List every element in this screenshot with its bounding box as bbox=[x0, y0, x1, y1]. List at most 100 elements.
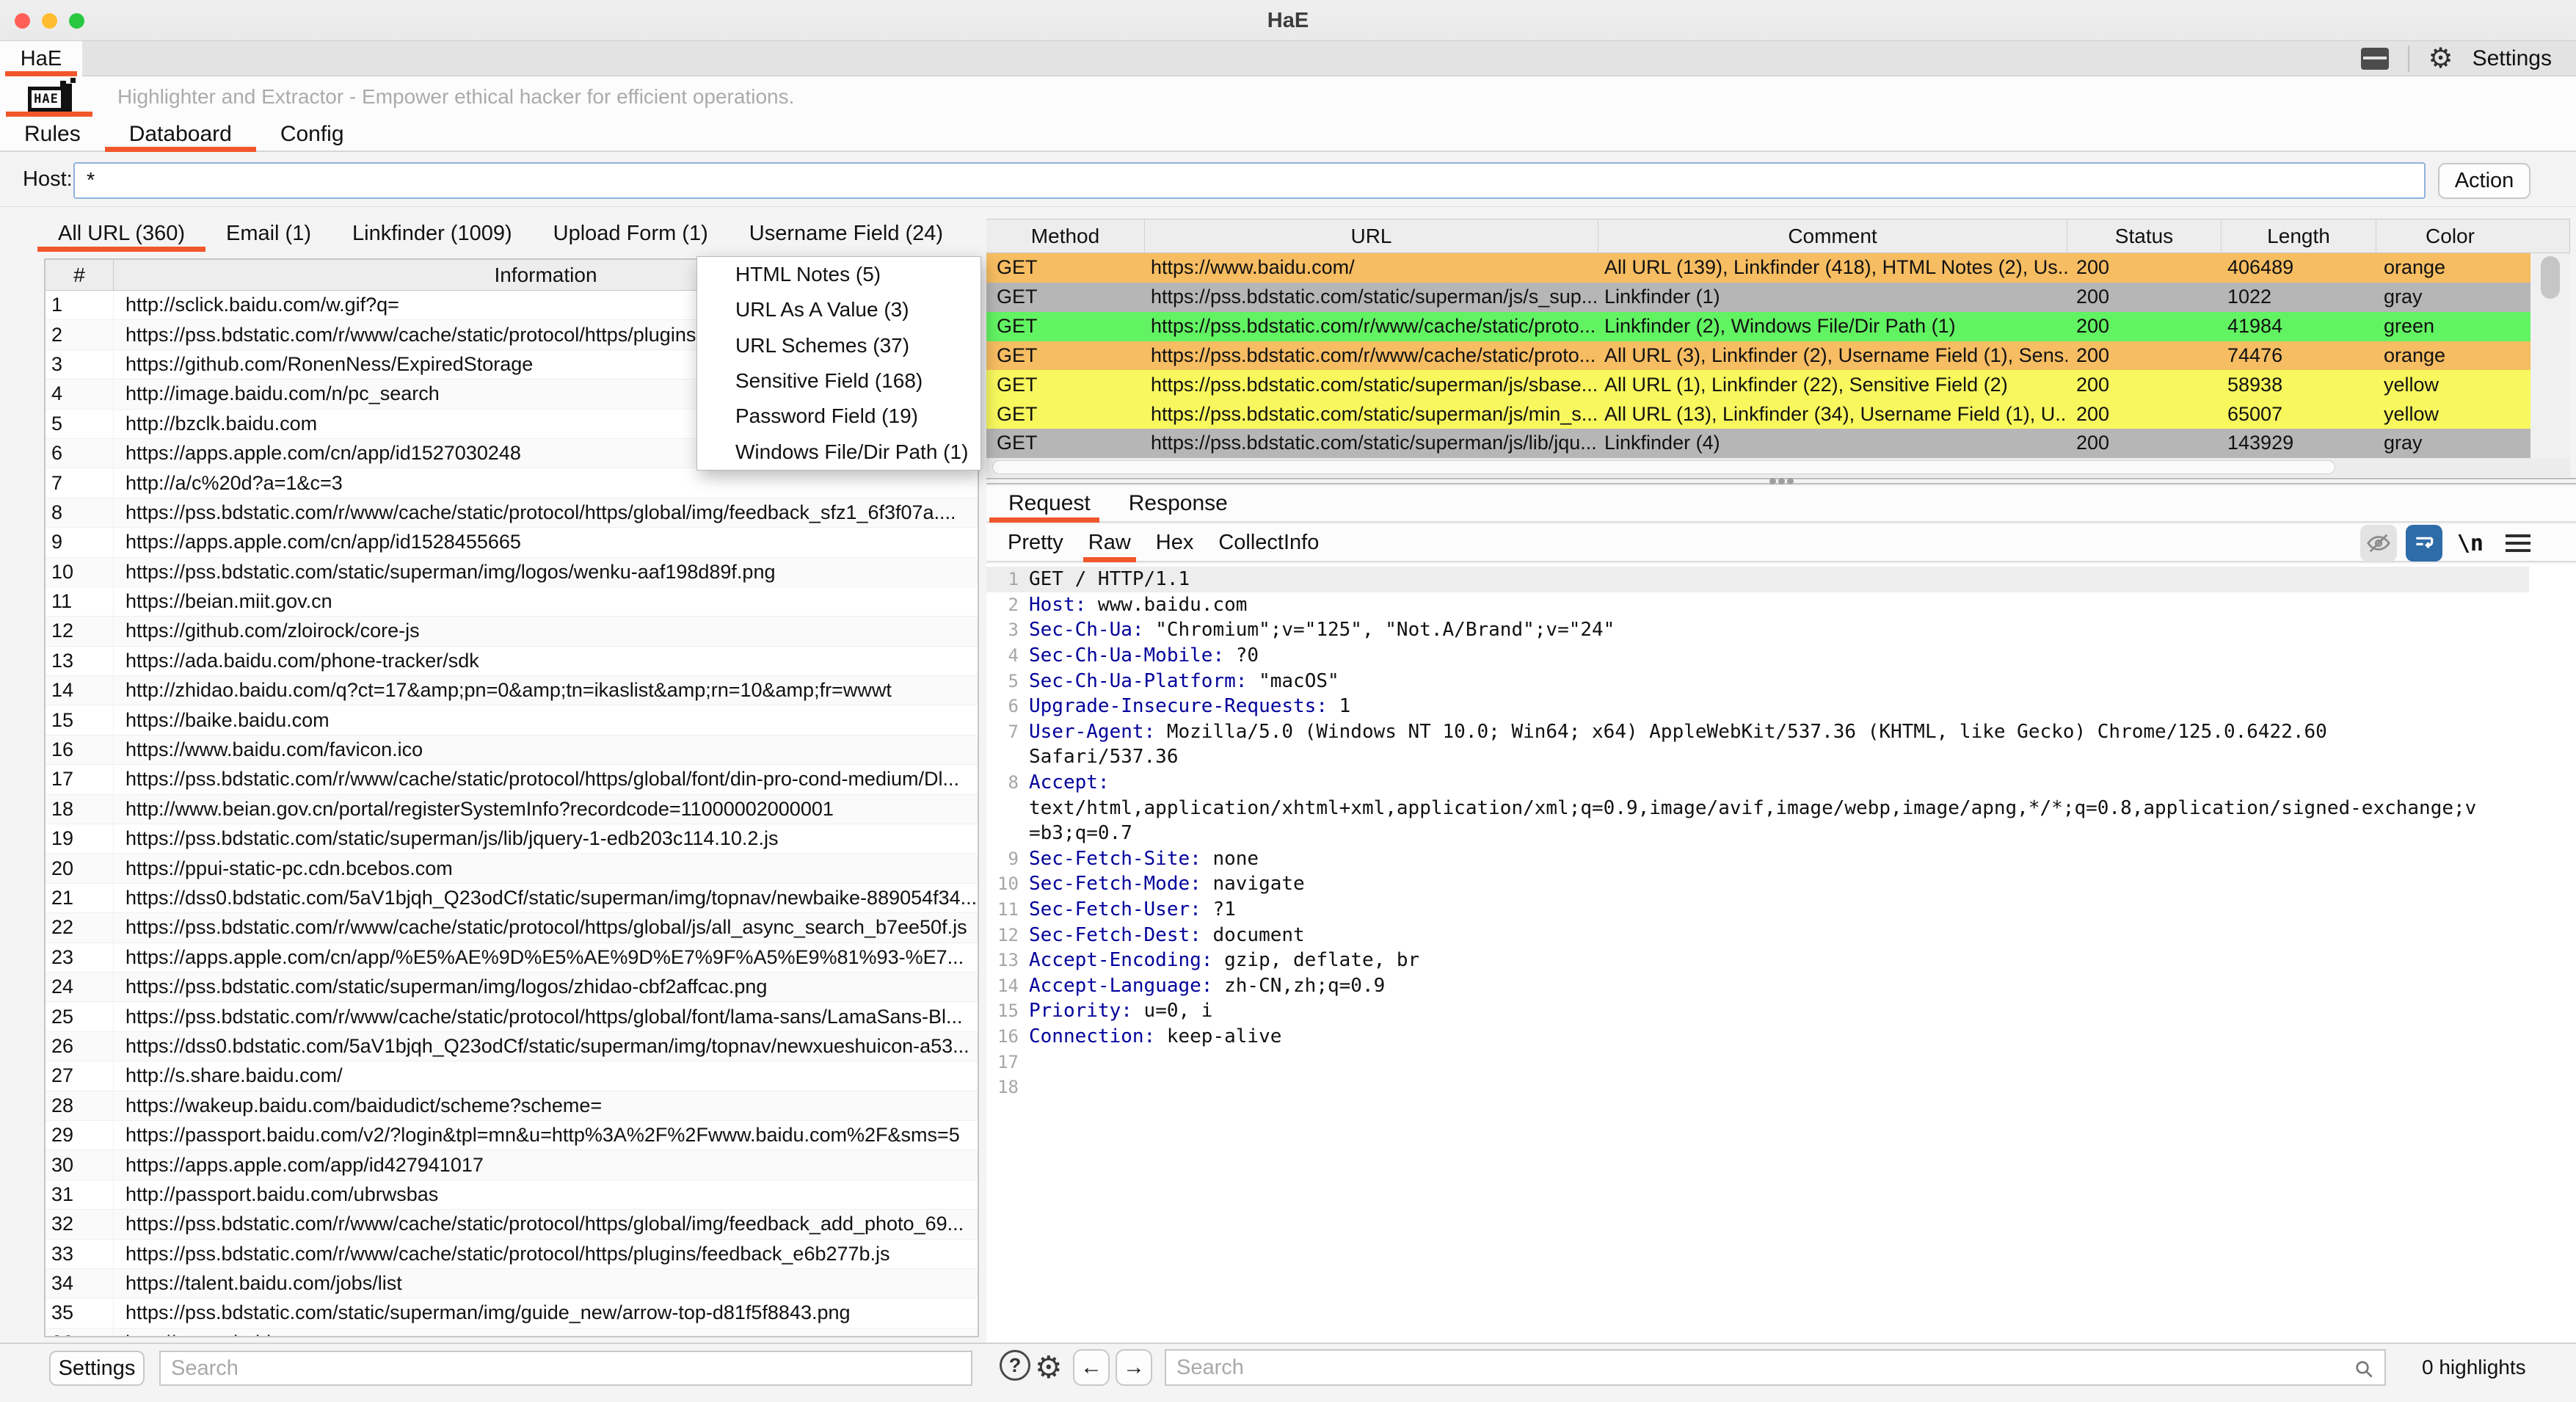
menu-item-5[interactable]: Windows File/Dir Path (1) bbox=[697, 434, 980, 469]
editor-search-input[interactable] bbox=[1166, 1351, 2384, 1384]
word-wrap-button[interactable] bbox=[2406, 525, 2442, 562]
hidden-tabs-menu: HTML Notes (5)URL As A Value (3)URL Sche… bbox=[696, 256, 981, 471]
settings-button[interactable]: Settings bbox=[2473, 46, 2552, 71]
table-row[interactable]: GEThttps://pss.bdstatic.com/r/www/cache/… bbox=[986, 341, 2530, 371]
hide-nonprintable-button[interactable] bbox=[2360, 525, 2397, 562]
tab-config[interactable]: Config bbox=[256, 117, 368, 150]
menu-item-2[interactable]: URL Schemes (37) bbox=[697, 328, 980, 363]
table-row[interactable]: 31http://passport.baidu.com/ubrwsbas bbox=[46, 1180, 978, 1210]
data-tab-3[interactable]: Upload Form (1) bbox=[533, 215, 729, 252]
table-row[interactable]: 14http://zhidao.baidu.com/q?ct=17&amp;pn… bbox=[46, 676, 978, 705]
right-table-hscrollbar[interactable] bbox=[992, 460, 2335, 474]
tab-hex[interactable]: Hex bbox=[1143, 524, 1207, 561]
viewer-tabs: Request Response bbox=[986, 486, 2576, 523]
cell-comment: All URL (3), Linkfinder (2), Username Fi… bbox=[1598, 341, 2067, 371]
editor-menu-icon[interactable] bbox=[2498, 534, 2530, 552]
tab-rules[interactable]: Rules bbox=[0, 117, 105, 150]
settings-gear-icon[interactable]: ⚙ bbox=[2428, 45, 2453, 73]
column-header-status[interactable]: Status bbox=[2067, 219, 2222, 253]
code-line: 10Sec-Fetch-Mode: navigate bbox=[986, 871, 2529, 897]
table-row[interactable]: 30https://apps.apple.com/app/id427941017 bbox=[46, 1150, 978, 1180]
tab-response[interactable]: Response bbox=[1110, 486, 1247, 521]
cell-color: yellow bbox=[2376, 370, 2524, 399]
table-row[interactable]: 18http://www.beian.gov.cn/portal/registe… bbox=[46, 795, 978, 824]
action-button[interactable]: Action bbox=[2438, 163, 2530, 199]
table-row[interactable]: 21https://dss0.bdstatic.com/5aV1bjqh_Q23… bbox=[46, 884, 978, 913]
column-header-index[interactable]: # bbox=[46, 260, 114, 290]
layout-window-icon[interactable] bbox=[2361, 48, 2389, 70]
column-header-method[interactable]: Method bbox=[986, 219, 1145, 253]
table-row[interactable]: 34https://talent.baidu.com/jobs/list bbox=[46, 1269, 978, 1299]
column-header-color[interactable]: Color bbox=[2376, 219, 2524, 253]
code-line: 18 bbox=[986, 1075, 2529, 1100]
table-row[interactable]: 28https://wakeup.baidu.com/baidudict/sch… bbox=[46, 1092, 978, 1121]
menu-item-4[interactable]: Password Field (19) bbox=[697, 399, 980, 434]
tab-request[interactable]: Request bbox=[989, 486, 1110, 521]
table-row[interactable]: 9https://apps.apple.com/cn/app/id1528455… bbox=[46, 528, 978, 557]
table-row[interactable]: GEThttps://pss.bdstatic.com/static/super… bbox=[986, 370, 2530, 399]
table-row[interactable]: 10https://pss.bdstatic.com/static/superm… bbox=[46, 558, 978, 587]
table-row[interactable]: 16https://www.baidu.com/favicon.ico bbox=[46, 735, 978, 765]
table-row[interactable]: 12https://github.com/zloirock/core-js bbox=[46, 617, 978, 646]
help-button[interactable]: ? bbox=[1000, 1350, 1030, 1381]
host-input[interactable] bbox=[73, 162, 2426, 199]
table-row[interactable]: 23https://apps.apple.com/cn/app/%E5%AE%9… bbox=[46, 943, 978, 973]
table-row[interactable]: 27http://s.share.baidu.com/ bbox=[46, 1061, 978, 1091]
table-row[interactable]: GEThttps://pss.bdstatic.com/static/super… bbox=[986, 429, 2530, 458]
code-line: 6Upgrade-Insecure-Requests: 1 bbox=[986, 694, 2529, 719]
table-row[interactable]: 7http://a/c%20d?a=1&c=3 bbox=[46, 468, 978, 498]
table-row[interactable]: 33https://pss.bdstatic.com/r/www/cache/s… bbox=[46, 1240, 978, 1269]
table-row[interactable]: 8https://pss.bdstatic.com/r/www/cache/st… bbox=[46, 498, 978, 528]
table-row[interactable]: 17https://pss.bdstatic.com/r/www/cache/s… bbox=[46, 765, 978, 794]
data-tab-2[interactable]: Linkfinder (1009) bbox=[332, 215, 533, 252]
prev-match-button[interactable]: ← bbox=[1073, 1349, 1110, 1386]
table-row[interactable]: 20https://ppui-static-pc.cdn.bcebos.com bbox=[46, 854, 978, 883]
table-row[interactable]: GEThttps://pss.bdstatic.com/static/super… bbox=[986, 283, 2530, 312]
editor-settings-gear-icon[interactable]: ⚙ bbox=[1035, 1344, 1063, 1390]
request-table: Method URL Comment Status Length Color G… bbox=[986, 219, 2570, 458]
table-row[interactable]: GEThttps://www.baidu.com/All URL (139), … bbox=[986, 253, 2530, 283]
table-row[interactable]: GEThttps://pss.bdstatic.com/static/super… bbox=[986, 399, 2530, 429]
table-row[interactable]: 11https://beian.miit.gov.cn bbox=[46, 587, 978, 617]
table-row[interactable]: 36http://sestat.baidu.com bbox=[46, 1329, 978, 1337]
editor-search-field bbox=[1165, 1349, 2386, 1386]
raw-request-editor[interactable]: 1GET / HTTP/1.12Host: www.baidu.com3Sec-… bbox=[986, 564, 2576, 1343]
left-search-input[interactable] bbox=[159, 1351, 972, 1386]
tab-collectinfo[interactable]: CollectInfo bbox=[1206, 524, 1331, 561]
table-row[interactable]: 19https://pss.bdstatic.com/static/superm… bbox=[46, 824, 978, 854]
tab-raw[interactable]: Raw bbox=[1076, 524, 1143, 561]
table-row[interactable]: 24https://pss.bdstatic.com/static/superm… bbox=[46, 973, 978, 1002]
menu-item-1[interactable]: URL As A Value (3) bbox=[697, 292, 980, 327]
cell-status: 200 bbox=[2067, 312, 2222, 341]
table-row[interactable]: 13https://ada.baidu.com/phone-tracker/sd… bbox=[46, 647, 978, 676]
table-row[interactable]: 15https://baike.baidu.com bbox=[46, 705, 978, 735]
next-match-button[interactable]: → bbox=[1116, 1349, 1152, 1386]
table-row[interactable]: GEThttps://pss.bdstatic.com/r/www/cache/… bbox=[986, 312, 2530, 341]
table-row[interactable]: 26https://dss0.bdstatic.com/5aV1bjqh_Q23… bbox=[46, 1032, 978, 1061]
table-row[interactable]: 22https://pss.bdstatic.com/r/www/cache/s… bbox=[46, 913, 978, 942]
data-tab-0[interactable]: All URL (360) bbox=[37, 215, 205, 252]
table-row[interactable]: 29https://passport.baidu.com/v2/?login&t… bbox=[46, 1121, 978, 1150]
table-row[interactable]: 32https://pss.bdstatic.com/r/www/cache/s… bbox=[46, 1210, 978, 1239]
code-line: 11Sec-Fetch-User: ?1 bbox=[986, 897, 2529, 923]
line-text: Safari/537.36 bbox=[1029, 746, 1179, 768]
menu-item-0[interactable]: HTML Notes (5) bbox=[697, 257, 980, 292]
column-header-comment[interactable]: Comment bbox=[1598, 219, 2067, 253]
left-settings-button[interactable]: Settings bbox=[49, 1351, 145, 1386]
data-tab-4[interactable]: Username Field (24) bbox=[729, 215, 964, 252]
tab-hae[interactable]: HaE bbox=[0, 41, 82, 76]
table-row[interactable]: 35https://pss.bdstatic.com/static/superm… bbox=[46, 1299, 978, 1328]
table-row[interactable]: 25https://pss.bdstatic.com/r/www/cache/s… bbox=[46, 1002, 978, 1031]
tab-pretty[interactable]: Pretty bbox=[995, 524, 1076, 561]
menu-item-3[interactable]: Sensitive Field (168) bbox=[697, 363, 980, 399]
data-tab-1[interactable]: Email (1) bbox=[205, 215, 332, 252]
tab-databoard[interactable]: Databoard bbox=[105, 117, 256, 150]
newline-toggle[interactable]: \n bbox=[2451, 531, 2489, 556]
panel-splitter[interactable] bbox=[986, 478, 2576, 484]
cell-url: https://pss.bdstatic.com/static/superman… bbox=[1145, 283, 1598, 312]
row-url: https://apps.apple.com/cn/app/%E5%AE%9D%… bbox=[114, 946, 978, 969]
right-table-scrollbar[interactable] bbox=[2541, 256, 2560, 299]
column-header-url[interactable]: URL bbox=[1145, 219, 1598, 253]
column-header-length[interactable]: Length bbox=[2222, 219, 2376, 253]
row-index: 36 bbox=[46, 1329, 114, 1337]
